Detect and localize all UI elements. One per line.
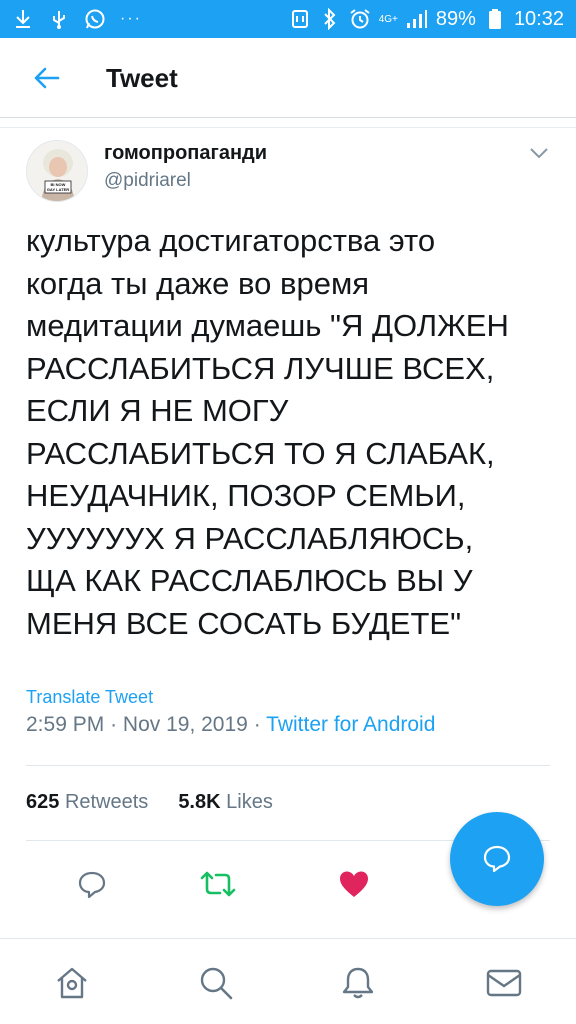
home-icon	[57, 967, 87, 999]
avatar[interactable]: BI NOW GAY LATER	[26, 140, 88, 202]
reply-button[interactable]	[74, 866, 110, 902]
alarm-icon	[349, 8, 371, 30]
svg-text:GAY LATER: GAY LATER	[47, 187, 69, 192]
network-type: 4G+	[378, 13, 398, 25]
tweet-options-button[interactable]	[528, 146, 550, 160]
messages-icon	[486, 969, 522, 997]
more-notifications-dots: ···	[120, 10, 142, 27]
meta-separator: ·	[253, 713, 261, 736]
retweets-count: 625	[26, 791, 60, 813]
retweet-icon	[200, 871, 236, 897]
usb-icon	[48, 8, 70, 30]
retweets-stat[interactable]: 625 Retweets	[26, 791, 148, 814]
like-button[interactable]	[336, 866, 372, 902]
tweet-time: 2:59 PM	[26, 713, 105, 736]
bottom-navigation	[0, 938, 576, 1024]
nav-search[interactable]	[194, 961, 238, 1005]
battery-icon	[484, 8, 506, 30]
translate-tweet-link[interactable]: Translate Tweet	[26, 687, 153, 708]
battery-percent: 89%	[435, 7, 476, 30]
chevron-down-icon	[530, 148, 548, 159]
avatar-image: BI NOW GAY LATER	[27, 141, 87, 201]
likes-label: Likes	[226, 791, 273, 813]
like-icon	[340, 871, 368, 897]
download-icon	[12, 8, 34, 30]
reply-icon	[78, 871, 106, 899]
reply-compose-fab[interactable]	[450, 812, 544, 906]
likes-count: 5.8K	[178, 791, 221, 813]
tweet-source-link[interactable]: Twitter for Android	[266, 713, 435, 736]
app-header: Tweet	[0, 38, 576, 118]
tweet-stats: 625 Retweets 5.8K Likes	[26, 791, 273, 814]
nav-notifications[interactable]	[336, 961, 380, 1005]
search-icon	[200, 967, 233, 1000]
header-separator	[0, 118, 576, 128]
notifications-icon	[342, 967, 374, 999]
nfc-icon	[289, 8, 311, 30]
whatsapp-icon	[84, 8, 106, 30]
back-button[interactable]	[30, 62, 62, 94]
back-arrow-icon	[34, 67, 60, 89]
tweet-meta: 2:59 PM · Nov 19, 2019 · Twitter for And…	[26, 713, 435, 737]
display-name[interactable]: гомопропаганди	[104, 142, 267, 165]
status-bar: ··· 4G+ 89% 10:32	[0, 0, 576, 38]
meta-separator: ·	[110, 713, 118, 736]
signal-icon	[406, 8, 428, 30]
tweet-text: культура достигаторства это когда ты даж…	[26, 223, 509, 641]
tweet-date: Nov 19, 2019	[122, 713, 248, 736]
retweet-button[interactable]	[200, 866, 236, 902]
retweets-label: Retweets	[64, 791, 149, 813]
likes-stat[interactable]: 5.8K Likes	[178, 791, 273, 814]
status-bar-right: 4G+ 89% 10:32	[289, 8, 564, 31]
clock: 10:32	[513, 7, 564, 30]
divider	[26, 765, 550, 766]
page-title: Tweet	[106, 63, 178, 93]
compose-reply-icon	[483, 845, 511, 873]
nav-home[interactable]	[50, 961, 94, 1005]
user-handle[interactable]: @pidriarel	[104, 170, 191, 192]
status-bar-left: ···	[12, 8, 142, 30]
nav-messages[interactable]	[482, 961, 526, 1005]
bluetooth-icon	[319, 8, 341, 30]
